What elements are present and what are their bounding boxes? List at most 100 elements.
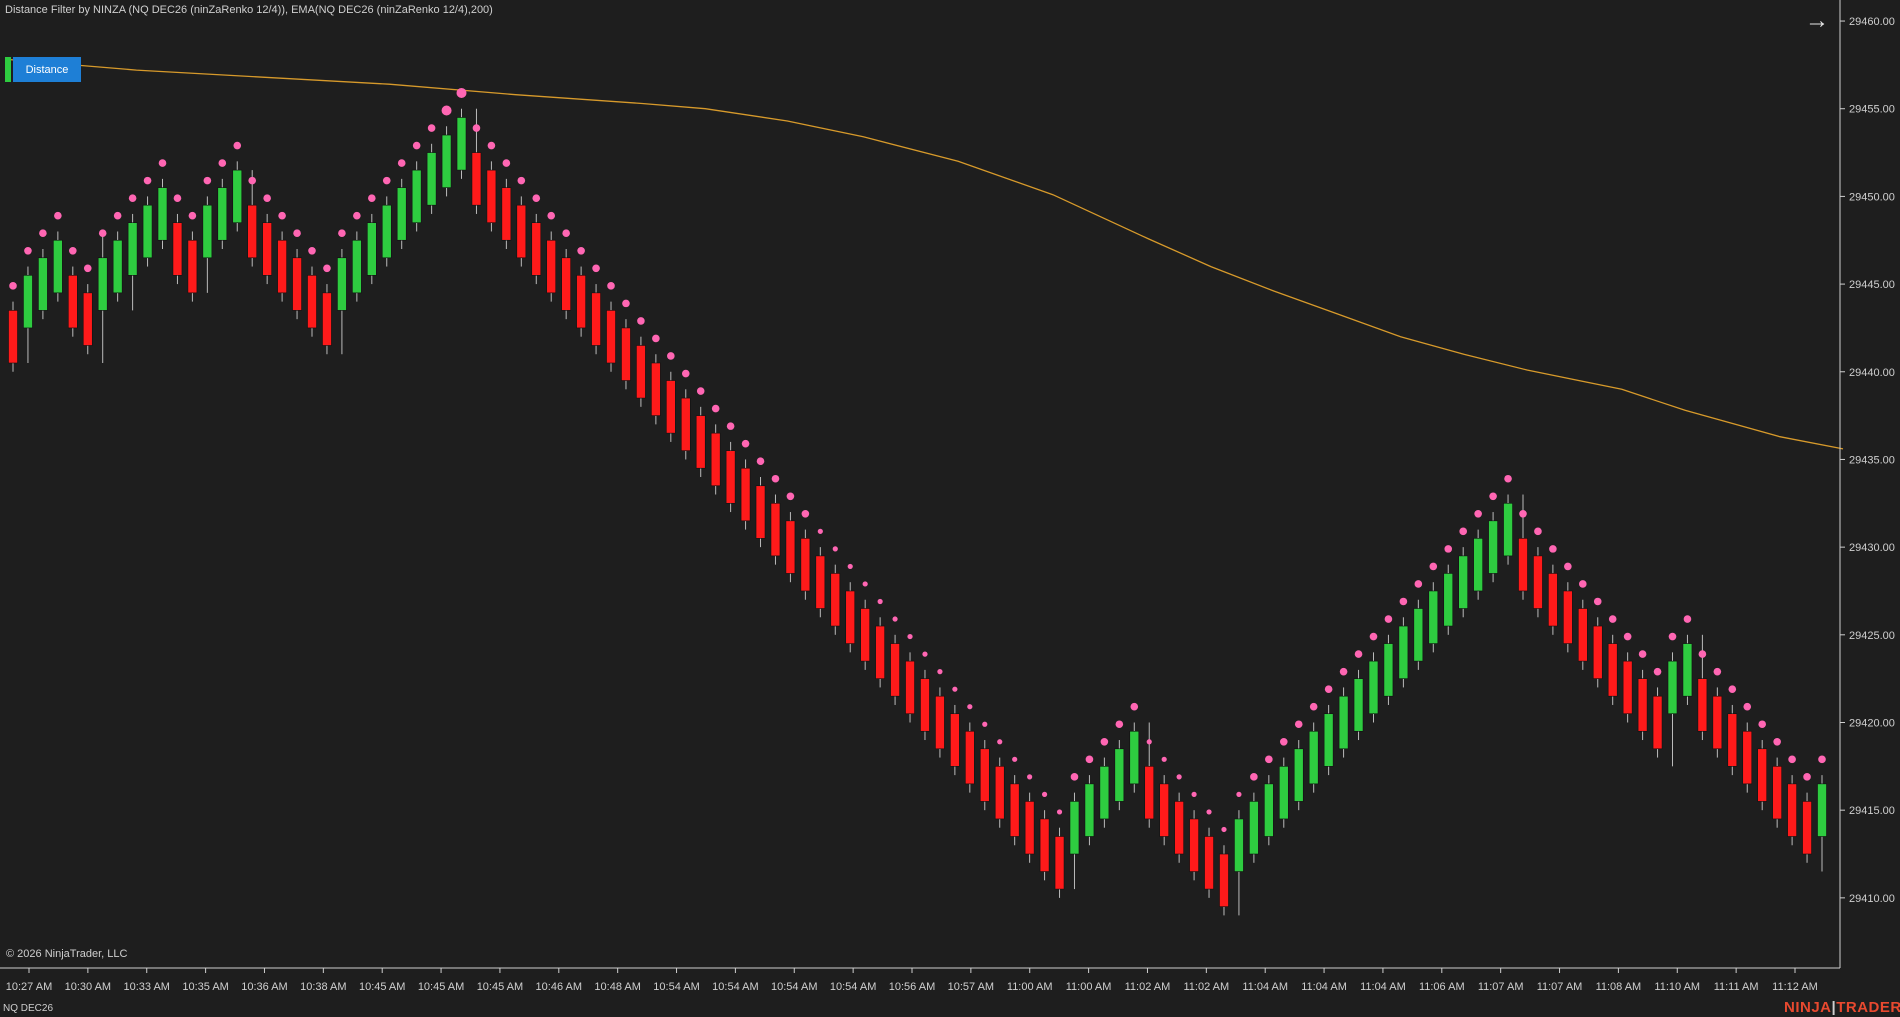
distance-dot	[607, 282, 615, 290]
distance-dot	[756, 457, 765, 466]
x-tick-label: 10:54 AM	[771, 981, 817, 993]
candle-body	[591, 292, 601, 346]
candle-body	[770, 502, 781, 557]
distance-dot	[817, 528, 823, 534]
x-tick-label: 11:07 AM	[1478, 981, 1524, 993]
distance-dot	[832, 546, 838, 552]
x-tick-label: 10:30 AM	[65, 981, 111, 993]
candle-body	[1727, 713, 1738, 767]
x-tick-label: 10:48 AM	[594, 981, 640, 993]
distance-dot	[1070, 773, 1079, 781]
distance-dot	[1608, 615, 1617, 623]
candle-body	[1488, 520, 1498, 574]
candle-body	[1503, 502, 1513, 557]
distance-dot	[1027, 774, 1033, 780]
candle-body	[247, 204, 258, 259]
candle-body	[1323, 713, 1334, 767]
candle-body	[860, 608, 870, 662]
y-tick-label: 29420.00	[1849, 717, 1895, 729]
distance-dot	[997, 739, 1003, 745]
y-tick-label: 29450.00	[1849, 191, 1895, 203]
arrow-right-icon[interactable]: →	[1804, 8, 1830, 34]
candle-body	[1398, 625, 1409, 679]
distance-dot	[1324, 685, 1333, 693]
distance-dot	[892, 616, 898, 622]
candle-body	[905, 660, 915, 715]
instrument-label: NQ DEC26	[3, 1003, 54, 1014]
brand-right: TRADER	[1836, 999, 1900, 1016]
distance-dot	[248, 176, 257, 185]
chart-canvas[interactable]: 29410.00 29415.00 29420.00 29425.00 29430.00…	[0, 0, 1900, 1017]
x-tick-label: 11:06 AM	[1419, 981, 1465, 993]
distance-dot	[937, 669, 943, 675]
x-tick-label: 11:12 AM	[1772, 981, 1818, 993]
x-tick-label: 11:04 AM	[1360, 981, 1406, 993]
candle-body	[531, 222, 542, 276]
distance-dot	[218, 159, 227, 167]
distance-dot	[1176, 774, 1182, 780]
distance-dot	[592, 264, 600, 273]
distance-dot	[427, 124, 436, 132]
candle-body	[1308, 730, 1319, 785]
distance-dot	[1161, 756, 1167, 762]
distance-dot	[113, 211, 122, 220]
distance-dot	[952, 686, 958, 692]
candle-body	[1413, 608, 1424, 662]
distance-dot	[382, 176, 391, 185]
candle-body	[935, 695, 945, 750]
distance-dot	[54, 211, 62, 220]
candle-body	[1592, 625, 1603, 679]
distance-dot	[188, 211, 197, 220]
x-tick-label: 11:08 AM	[1596, 981, 1642, 993]
distance-dot	[323, 264, 331, 273]
distance-dot	[278, 211, 286, 220]
candle-body	[1189, 818, 1199, 872]
candle-body	[979, 748, 990, 802]
candle-body	[725, 450, 736, 504]
distance-dot	[711, 404, 720, 413]
distance-dot	[562, 229, 570, 238]
candle-body	[576, 275, 586, 329]
distance-dot	[173, 194, 182, 202]
distance-dot	[1429, 562, 1438, 571]
candle-body	[1368, 660, 1379, 715]
brand-left: NINJA	[1784, 999, 1832, 1016]
distance-dot	[622, 299, 630, 308]
candle-body	[322, 292, 332, 346]
x-tick-label: 11:04 AM	[1242, 981, 1288, 993]
distance-dot	[308, 246, 316, 255]
candle-body	[471, 152, 482, 206]
candle-body	[1533, 555, 1543, 609]
distance-dot	[547, 211, 556, 220]
distance-dot	[1115, 720, 1124, 729]
candle-body	[1114, 748, 1125, 802]
distance-button[interactable]: Distance	[5, 57, 81, 82]
distance-dot	[862, 581, 868, 587]
copyright-text: © 2026 NinjaTrader, LLC	[6, 948, 128, 960]
distance-dot	[263, 194, 271, 202]
candle-body	[1338, 695, 1349, 750]
candle-body	[994, 766, 1005, 820]
distance-button-label: Distance	[13, 57, 81, 82]
y-tick-label: 29460.00	[1849, 16, 1895, 28]
candle-body	[1383, 643, 1394, 697]
y-tick-label: 29455.00	[1849, 104, 1895, 116]
candle-body	[486, 169, 497, 224]
candle-body	[920, 678, 930, 732]
x-tick-label: 11:02 AM	[1125, 981, 1171, 993]
candle-body	[53, 239, 63, 294]
distance-dot	[1519, 510, 1527, 518]
distance-dot	[1773, 737, 1781, 746]
candle-body	[1787, 783, 1797, 837]
x-tick-label: 11:07 AM	[1537, 981, 1583, 993]
x-tick-label: 10:46 AM	[536, 981, 582, 993]
candle-body	[1473, 538, 1483, 592]
y-tick-label: 29445.00	[1849, 279, 1895, 291]
candle-body	[875, 625, 885, 679]
candle-body	[1652, 695, 1663, 750]
candle-body	[337, 257, 347, 311]
distance-dot	[1459, 527, 1467, 536]
candle-body	[112, 239, 123, 294]
y-tick-label: 29425.00	[1849, 630, 1895, 642]
x-tick-label: 10:54 AM	[830, 981, 876, 993]
